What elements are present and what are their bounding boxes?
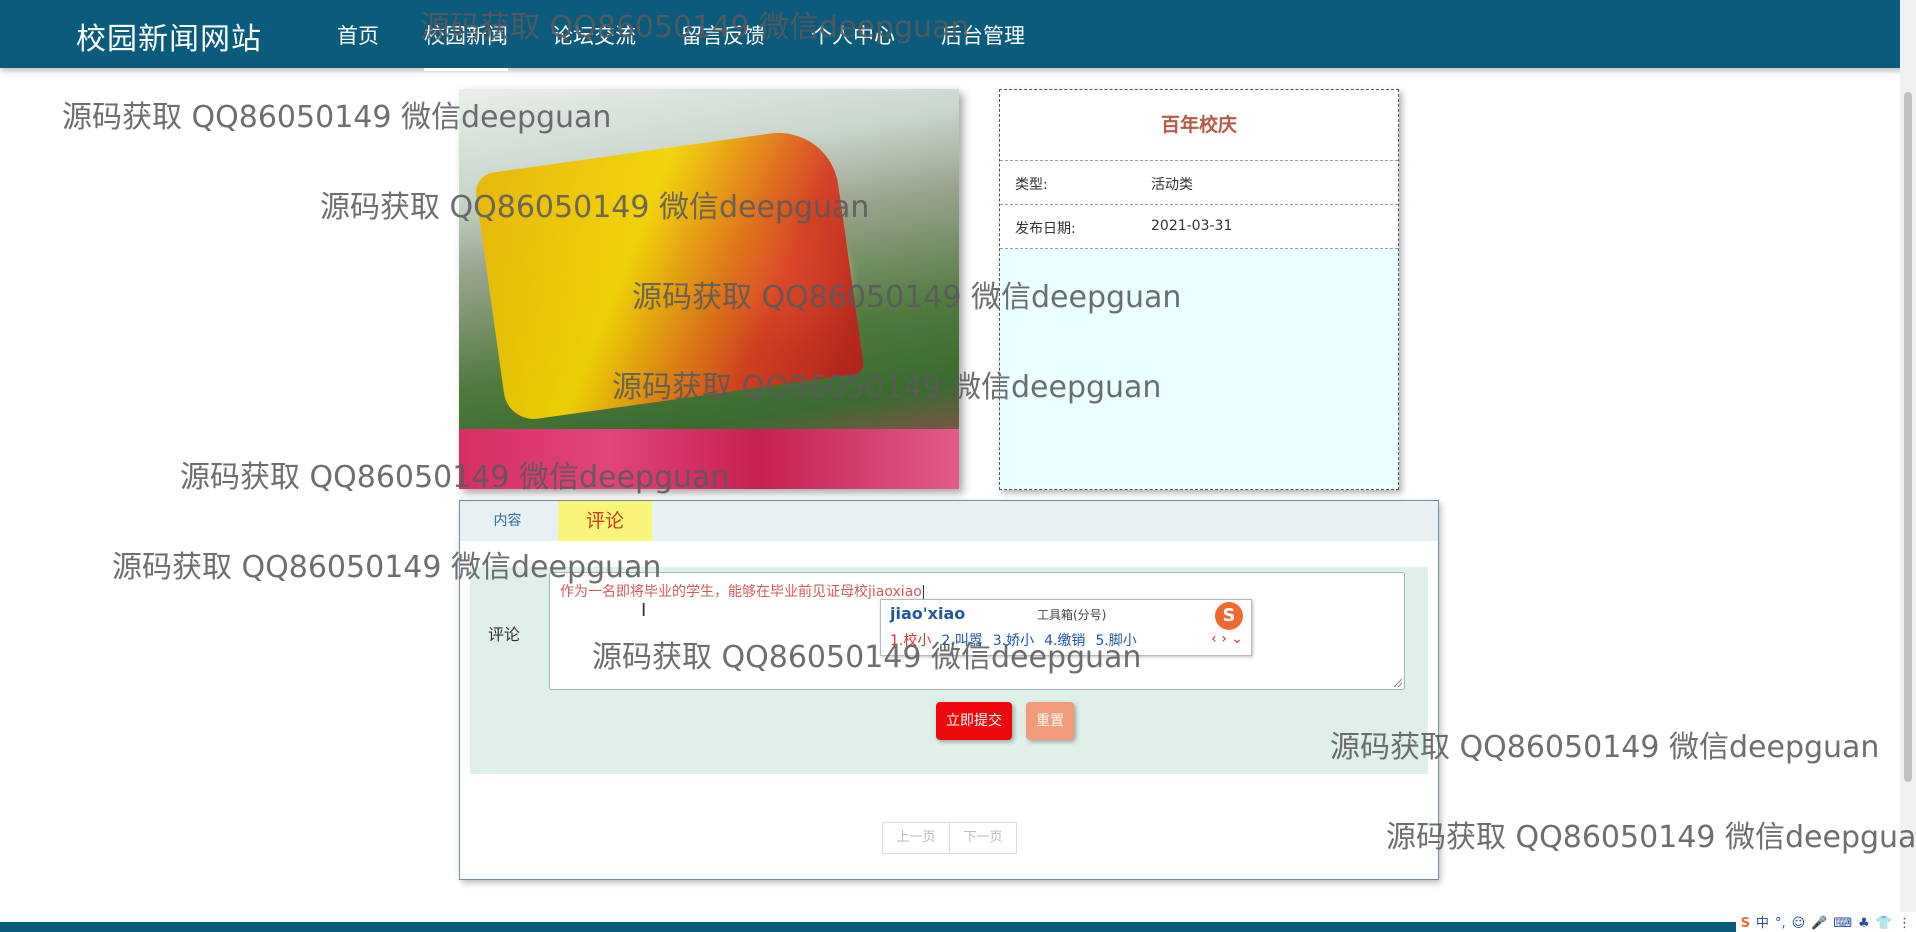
news-date-value: 2021-03-31	[1151, 218, 1233, 234]
news-type-label: 类型:	[1015, 177, 1048, 193]
reset-button[interactable]: 重置	[1026, 702, 1074, 740]
voice-icon[interactable]: 🎤	[1811, 916, 1827, 931]
campus-sign-shape	[473, 125, 865, 423]
keyboard-icon[interactable]: ⌨	[1833, 916, 1852, 931]
text-caret	[922, 584, 924, 600]
news-date-label: 发布日期:	[1015, 221, 1076, 237]
ime-candidate[interactable]: 3.娇小	[993, 633, 1034, 649]
sogou-logo-icon: S	[1215, 602, 1243, 630]
news-info-card: 百年校庆 类型: 活动类 发布日期: 2021-03-31	[999, 89, 1399, 490]
skin-icon[interactable]: 👕	[1876, 916, 1892, 931]
news-cover-image	[459, 89, 959, 489]
comment-text: 作为一名即将毕业的学生，能够在毕业前见证母校jiaoxiao	[560, 584, 922, 600]
ime-candidate[interactable]: 4.缴销	[1044, 633, 1085, 649]
punctuation-icon[interactable]: °,	[1775, 916, 1786, 931]
ime-candidates: 1.校小 2.叫嚣 3.娇小 4.缴销 5.脚小	[890, 630, 1147, 650]
nav-personal-center[interactable]: 个人中心	[811, 20, 895, 50]
resize-grip-icon[interactable]	[1394, 679, 1402, 687]
ime-candidate[interactable]: 2.叫嚣	[941, 633, 982, 649]
nav-campus-news[interactable]: 校园新闻	[424, 20, 508, 71]
ime-candidate-window: jiao'xiao 工具箱(分号) S 1.校小 2.叫嚣 3.娇小 4.缴销 5.脚小…	[880, 599, 1252, 656]
news-detail-panel: 内容 评论 评论 作为一名即将毕业的学生，能够在毕业前见证母校jiaoxiao …	[459, 500, 1439, 880]
more-icon[interactable]: ⋮	[1898, 916, 1911, 931]
news-date-row: 发布日期: 2021-03-31	[1000, 204, 1398, 249]
next-page-button[interactable]: 下一页	[949, 822, 1017, 854]
news-type-value: 活动类	[1151, 177, 1193, 193]
nav-home[interactable]: 首页	[337, 20, 379, 50]
ime-status-tray: S 中 °, ☺ 🎤 ⌨ ♣ 👕 ⋮	[1735, 912, 1916, 932]
ime-pinyin: jiao'xiao	[890, 604, 966, 623]
site-brand[interactable]: 校园新闻网站	[76, 14, 262, 58]
news-title: 百年校庆	[1000, 90, 1398, 160]
nav-forum[interactable]: 论坛交流	[552, 20, 636, 50]
top-navbar: 校园新闻网站 首页 校园新闻 论坛交流 留言反馈 个人中心 后台管理	[0, 0, 1916, 71]
text-cursor-icon: I	[641, 600, 647, 621]
prev-page-button[interactable]: 上一页	[882, 822, 950, 854]
sogou-tray-icon[interactable]: S	[1741, 916, 1750, 931]
tab-content[interactable]: 内容	[460, 501, 555, 541]
nav-admin[interactable]: 后台管理	[941, 20, 1025, 50]
news-type-row: 类型: 活动类	[1000, 160, 1398, 204]
ime-candidate[interactable]: 5.脚小	[1095, 633, 1136, 649]
ime-page-arrows-icon[interactable]: ‹ › ⌄	[1211, 631, 1243, 647]
scrollbar-thumb[interactable]	[1904, 92, 1912, 782]
ime-candidate[interactable]: 1.校小	[890, 633, 931, 649]
flower-bed-shape	[459, 429, 959, 489]
tools-icon[interactable]: ♣	[1858, 916, 1870, 931]
comment-label: 评论	[488, 625, 521, 644]
page-scrollbar[interactable]	[1900, 0, 1916, 932]
submit-button[interactable]: 立即提交	[936, 702, 1012, 740]
nav-feedback[interactable]: 留言反馈	[681, 20, 765, 50]
chinese-mode-icon[interactable]: 中	[1756, 916, 1769, 931]
detail-tabs: 内容 评论	[460, 501, 1438, 541]
footer-bar	[0, 922, 1916, 932]
watermark-text: 源码获取 QQ86050149 微信deepguan	[1386, 820, 1916, 855]
tab-comment[interactable]: 评论	[558, 501, 652, 541]
emoji-icon[interactable]: ☺	[1792, 916, 1806, 931]
ime-toolbox[interactable]: 工具箱(分号)	[1037, 606, 1106, 623]
